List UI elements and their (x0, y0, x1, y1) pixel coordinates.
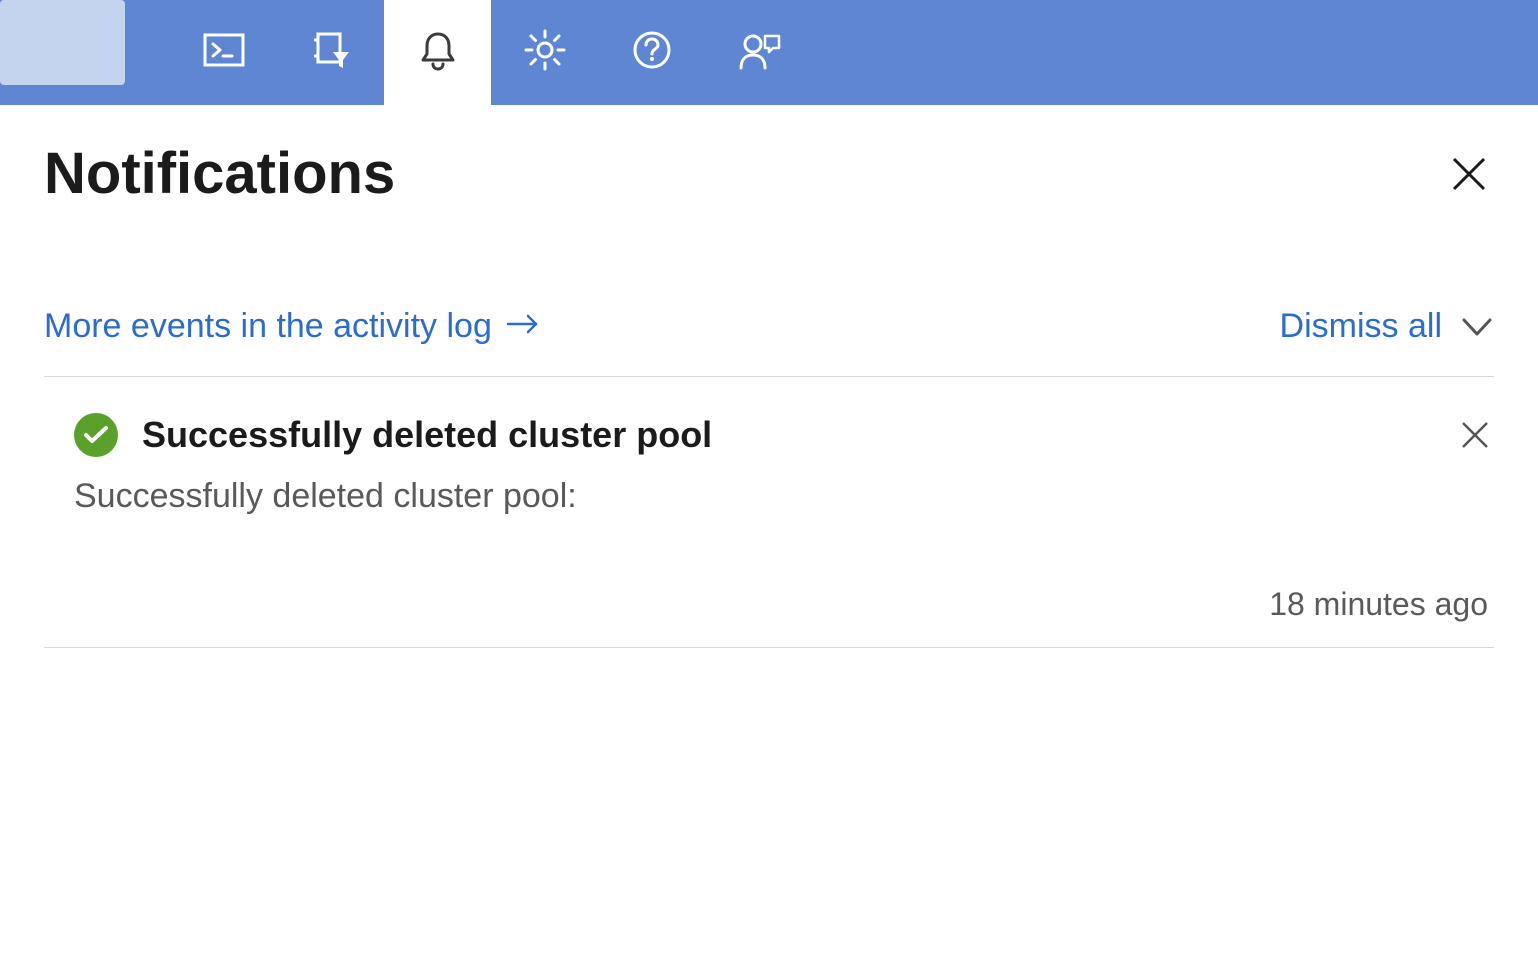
panel-title: Notifications (44, 140, 395, 207)
close-icon (1450, 155, 1488, 193)
close-panel-button[interactable] (1444, 149, 1494, 199)
help-icon (628, 26, 676, 79)
notifications-bell-icon (414, 26, 462, 79)
dismiss-all-button[interactable]: Dismiss all (1280, 307, 1494, 346)
notifications-button[interactable] (384, 0, 491, 105)
help-button[interactable] (598, 0, 705, 105)
dismiss-notification-button[interactable] (1456, 416, 1494, 454)
notification-item: Successfully deleted cluster pool Succes… (44, 377, 1494, 648)
cloud-shell-button[interactable] (170, 0, 277, 105)
feedback-person-icon (735, 26, 783, 79)
notifications-panel: Notifications More events in the activit… (0, 105, 1538, 648)
panel-actions: More events in the activity log Dismiss … (44, 307, 1494, 377)
arrow-right-icon (506, 307, 540, 346)
close-icon (1460, 420, 1490, 450)
notification-timestamp: 18 minutes ago (44, 586, 1494, 623)
feedback-button[interactable] (705, 0, 812, 105)
more-events-link[interactable]: More events in the activity log (44, 307, 540, 346)
more-events-label: More events in the activity log (44, 307, 492, 346)
directory-filter-icon (307, 26, 355, 79)
chevron-down-icon (1460, 316, 1494, 338)
directory-filter-button[interactable] (277, 0, 384, 105)
notification-title: Successfully deleted cluster pool (142, 414, 1432, 456)
top-toolbar (0, 0, 1538, 105)
settings-button[interactable] (491, 0, 598, 105)
cloud-shell-icon (200, 26, 248, 79)
dismiss-all-label: Dismiss all (1280, 307, 1442, 346)
success-status-icon (74, 413, 118, 457)
settings-gear-icon (521, 26, 569, 79)
notification-body: Successfully deleted cluster pool: (44, 477, 1494, 516)
search-input[interactable] (0, 0, 125, 85)
panel-header: Notifications (44, 140, 1494, 207)
